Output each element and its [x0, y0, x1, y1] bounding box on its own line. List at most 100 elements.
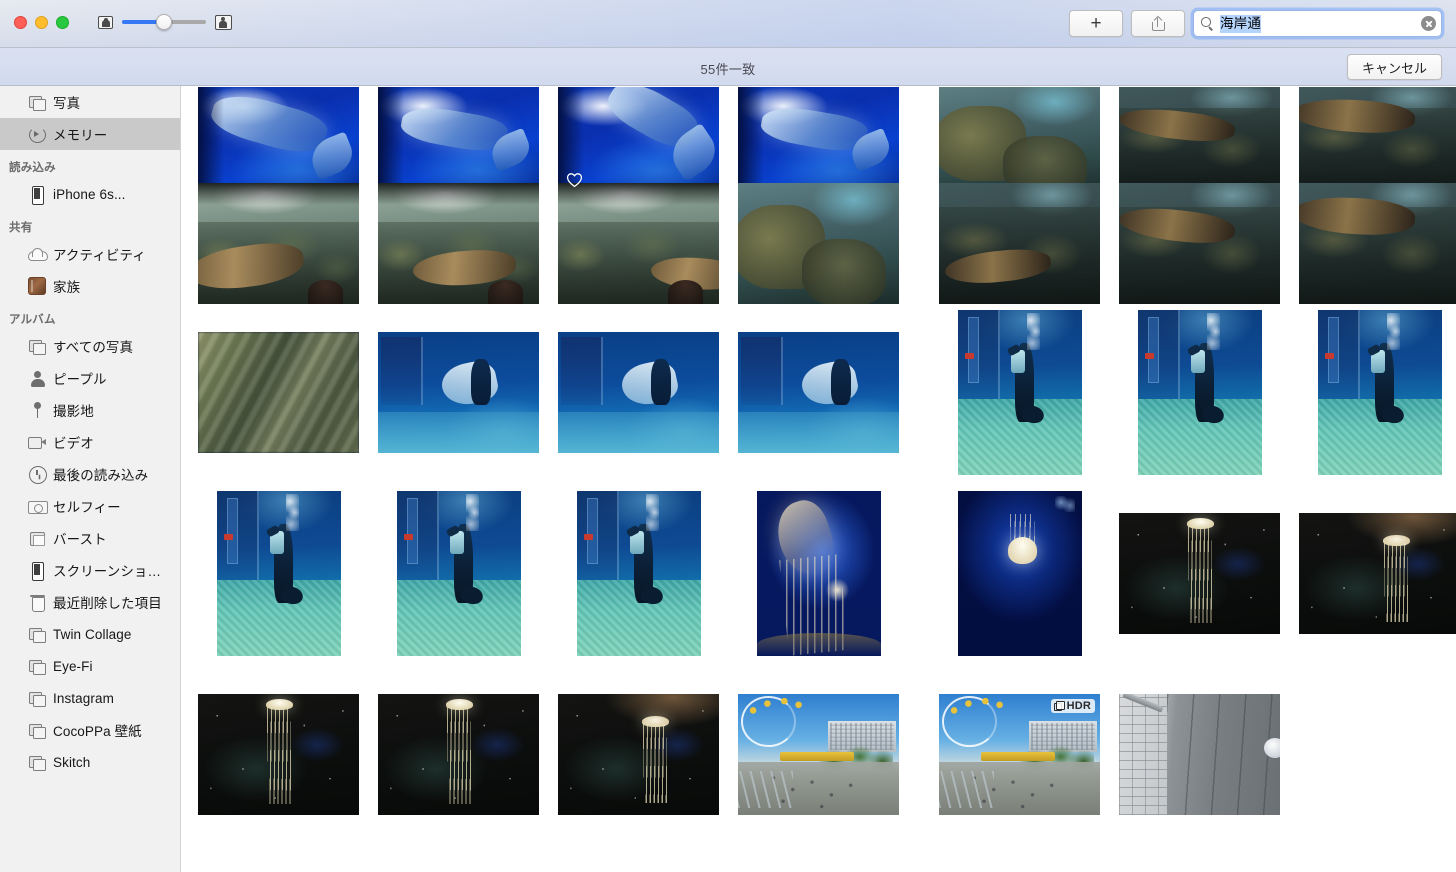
search-input[interactable]: 海岸通	[1193, 10, 1442, 37]
zoom-button[interactable]	[56, 16, 69, 29]
photo-image-manta-ray	[378, 332, 539, 453]
photo-image-jellyfish	[958, 491, 1082, 656]
photo-thumbnail[interactable]	[378, 183, 539, 304]
sidebar-item-cocoppa[interactable]: CocoPPa 壁紙	[0, 714, 180, 746]
sidebar-item-label: セルフィー	[53, 500, 121, 515]
photo-thumbnail[interactable]	[198, 694, 359, 815]
photo-thumbnail[interactable]	[958, 310, 1082, 475]
sidebar-item-item[interactable]: ピープル	[0, 362, 180, 394]
photo-thumbnail[interactable]	[397, 491, 521, 656]
photo-thumbnail[interactable]	[757, 491, 881, 656]
sidebar-item-iphone-6s[interactable]: iPhone 6s...	[0, 178, 180, 210]
sidebar[interactable]: 写真 メモリー 読み込み iPhone 6s... 共有 アクティビティ 家族 アルバム すべて…	[0, 86, 181, 872]
slider-thumb[interactable]	[156, 14, 172, 30]
sidebar-item-label: 最後の読み込み	[53, 468, 149, 483]
photo-thumbnail[interactable]	[1299, 87, 1456, 194]
photos-icon	[28, 337, 46, 355]
sidebar-item-item[interactable]: メモリー	[0, 118, 180, 150]
photo-thumbnail[interactable]	[738, 332, 899, 453]
photo-thumbnail[interactable]	[738, 183, 899, 304]
photo-thumbnail[interactable]	[1119, 694, 1280, 815]
photo-thumbnail[interactable]	[1299, 183, 1456, 304]
sidebar-item-label: CocoPPa 壁紙	[53, 724, 142, 739]
thumbnail-size-slider[interactable]	[122, 14, 206, 30]
clear-icon[interactable]	[1421, 16, 1436, 31]
sidebar-item-item[interactable]: 最近削除した項目	[0, 586, 180, 618]
photo-thumbnail[interactable]: HDR	[939, 694, 1100, 815]
sidebar-item-twin-collage[interactable]: Twin Collage	[0, 618, 180, 650]
sidebar-item-label: メモリー	[53, 128, 108, 143]
sidebar-item-item[interactable]: アクティビティ	[0, 238, 180, 270]
photo-thumbnail[interactable]	[738, 87, 899, 194]
album-icon	[28, 657, 46, 675]
photo-thumbnail[interactable]	[1318, 310, 1442, 475]
photos-app-window: + 海岸通 55件一致 キャンセル 写真 メモリー 読み込み iPhone 6s...…	[0, 0, 1456, 872]
photo-thumbnail[interactable]	[378, 332, 539, 453]
close-button[interactable]	[14, 16, 27, 29]
sidebar-item-label: ピープル	[53, 372, 107, 387]
sidebar-section-header-item: 読み込み	[9, 162, 56, 174]
photo-thumbnail[interactable]	[558, 332, 719, 453]
iphone-icon	[28, 561, 46, 581]
photo-image-jellyfish	[757, 491, 881, 656]
photo-thumbnail[interactable]	[1119, 513, 1280, 634]
photo-thumbnail[interactable]	[378, 87, 539, 194]
share-button[interactable]	[1131, 10, 1185, 37]
photos-icon	[28, 93, 46, 111]
photo-thumbnail[interactable]	[1119, 183, 1280, 304]
photo-thumbnail[interactable]	[939, 183, 1100, 304]
sidebar-item-item[interactable]: セルフィー	[0, 490, 180, 522]
photo-image-sea-lion	[378, 183, 539, 304]
sidebar-item-label: Skitch	[53, 754, 91, 770]
sidebar-item-label: バースト	[53, 532, 107, 547]
sidebar-item-label: iPhone 6s...	[53, 186, 126, 202]
photo-image-jellyfish	[198, 694, 359, 815]
iphone-icon	[28, 185, 46, 205]
photo-thumbnail[interactable]	[378, 694, 539, 815]
search-text: 海岸通	[1220, 14, 1262, 33]
album-icon	[28, 721, 46, 739]
sidebar-item-item[interactable]: ビデオ	[0, 426, 180, 458]
photo-thumbnail[interactable]	[939, 87, 1100, 194]
sidebar-item-skitch[interactable]: Skitch	[0, 746, 180, 778]
photo-grid[interactable]: HDR	[182, 86, 1456, 872]
shared-album-icon	[28, 277, 46, 295]
minimize-button[interactable]	[35, 16, 48, 29]
photo-thumbnail[interactable]	[558, 87, 719, 194]
photo-thumbnail[interactable]	[558, 694, 719, 815]
sidebar-item-item[interactable]: 家族	[0, 270, 180, 302]
photo-thumbnail[interactable]	[198, 332, 359, 453]
photo-thumbnail[interactable]	[738, 694, 899, 815]
photo-thumbnail[interactable]	[1119, 87, 1280, 194]
sidebar-item-item[interactable]: 撮影地	[0, 394, 180, 426]
cancel-button[interactable]: キャンセル	[1346, 54, 1442, 80]
photo-thumbnail[interactable]	[1138, 310, 1262, 475]
sidebar-item-eye-fi[interactable]: Eye-Fi	[0, 650, 180, 682]
sidebar-item-item[interactable]: スクリーンショ…	[0, 554, 180, 586]
sidebar-item-item[interactable]: バースト	[0, 522, 180, 554]
share-icon	[1151, 16, 1165, 31]
sidebar-item-label: Eye-Fi	[53, 658, 93, 674]
photo-thumbnail[interactable]	[1299, 513, 1456, 634]
photo-thumbnail[interactable]	[217, 491, 341, 656]
sidebar-list: 写真 メモリー 読み込み iPhone 6s... 共有 アクティビティ 家族 アルバム すべて…	[0, 86, 180, 778]
sidebar-item-instagram[interactable]: Instagram	[0, 682, 180, 714]
sidebar-item-item[interactable]: 最後の読み込み	[0, 458, 180, 490]
photo-thumbnail[interactable]	[558, 183, 719, 304]
photo-thumbnail[interactable]	[958, 491, 1082, 656]
photo-image-scuba-diver	[217, 491, 341, 656]
sidebar-item-label: 家族	[53, 280, 81, 295]
photo-image-jellyfish	[1299, 513, 1456, 634]
photo-thumbnail[interactable]	[198, 87, 359, 194]
hdr-icon	[1053, 701, 1065, 711]
photo-image-sea-lion	[1119, 183, 1280, 304]
photo-image-sea-lion	[198, 183, 359, 304]
photo-thumbnail[interactable]	[577, 491, 701, 656]
window-titlebar: + 海岸通	[0, 0, 1456, 48]
photo-image-scuba-diver	[397, 491, 521, 656]
add-button[interactable]: +	[1069, 10, 1123, 37]
sidebar-item-item[interactable]: 写真	[0, 86, 180, 118]
hdr-label: HDR	[1066, 700, 1091, 712]
sidebar-item-item[interactable]: すべての写真	[0, 330, 180, 362]
photo-thumbnail[interactable]	[198, 183, 359, 304]
